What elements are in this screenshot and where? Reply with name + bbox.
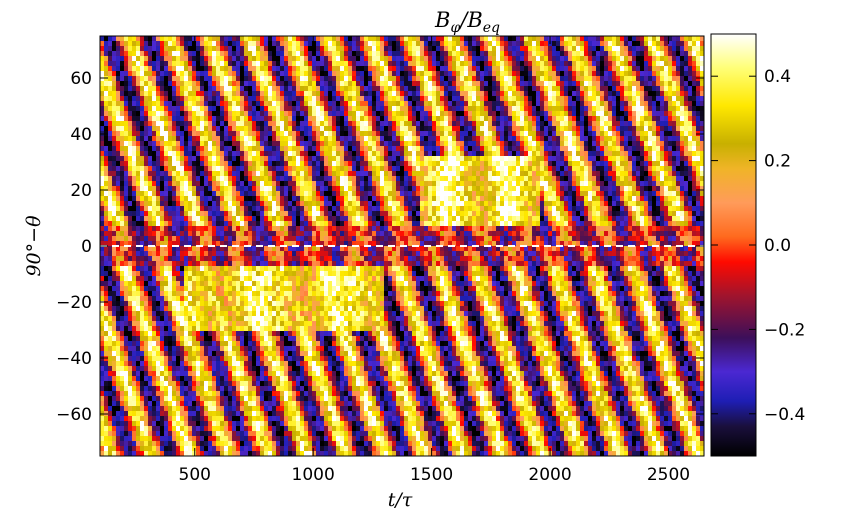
colorbar-tick-label: 0.2 xyxy=(764,152,791,172)
y-tick-label: 0 xyxy=(81,237,92,257)
y-tick-label: 60 xyxy=(70,69,92,89)
y-tick-label: −20 xyxy=(56,293,92,313)
y-tick-label: 20 xyxy=(70,181,92,201)
svg-text:Bφ/Beq: Bφ/Beq xyxy=(434,8,500,36)
y-tick-label: 40 xyxy=(70,125,92,145)
x-axis-title: t/τ xyxy=(388,489,413,511)
y-axis-title: 90°−θ xyxy=(23,215,45,277)
chart: Bφ/Beq 500 1000 1500 2000 2500 −60 −40 −20 0 20 4… xyxy=(23,8,805,511)
y-tick-label: −60 xyxy=(56,405,92,425)
colorbar-tick-label: −0.2 xyxy=(764,320,805,340)
y-tick-label: −40 xyxy=(56,349,92,369)
colorbar-tick-label: 0.0 xyxy=(764,236,791,256)
x-tick-label: 1500 xyxy=(410,465,453,485)
colorbar-tick-label: −0.4 xyxy=(764,405,805,425)
x-tick-label: 2500 xyxy=(647,465,690,485)
x-tick-label: 1000 xyxy=(292,465,335,485)
colorbar-tick-label: 0.4 xyxy=(764,67,791,87)
plot-title: Bφ/Beq xyxy=(434,8,500,36)
x-tick-label: 500 xyxy=(179,465,211,485)
x-tick-label: 2000 xyxy=(528,465,571,485)
